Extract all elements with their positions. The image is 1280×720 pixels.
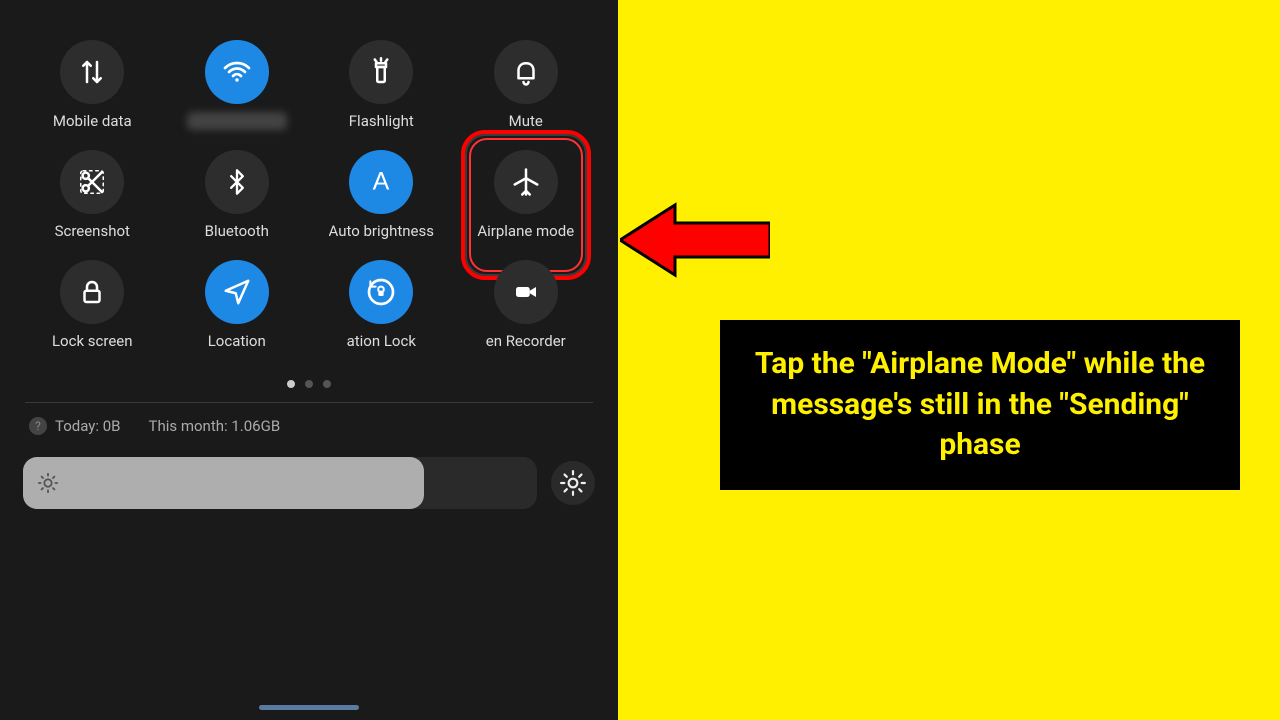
tile-airplane: Airplane mode bbox=[459, 150, 594, 240]
bell-icon bbox=[511, 57, 541, 87]
usage-today: Today: 0B bbox=[55, 417, 121, 435]
tile-screenshot: Screenshot bbox=[25, 150, 160, 240]
tile-location: Location bbox=[170, 260, 305, 350]
arrows-icon bbox=[77, 57, 107, 87]
screenshot-toggle[interactable] bbox=[60, 150, 124, 214]
info-icon: ? bbox=[29, 417, 47, 435]
lock-screen-label: Lock screen bbox=[52, 332, 133, 350]
brightness-slider[interactable] bbox=[23, 457, 537, 509]
bluetooth-toggle[interactable] bbox=[205, 150, 269, 214]
tile-recorder: en Recorder bbox=[459, 260, 594, 350]
brightness-row bbox=[15, 457, 603, 509]
instruction-callout: Tap the "Airplane Mode" while the messag… bbox=[720, 320, 1240, 490]
divider bbox=[25, 402, 593, 403]
nav-icon bbox=[222, 277, 252, 307]
letterA-icon: A bbox=[366, 167, 396, 197]
recorder-toggle[interactable] bbox=[494, 260, 558, 324]
location-label: Location bbox=[208, 332, 266, 350]
brightness-low-icon bbox=[37, 472, 59, 494]
wifi-label bbox=[187, 112, 287, 130]
torch-icon bbox=[366, 57, 396, 87]
nav-handle[interactable] bbox=[259, 705, 359, 710]
mute-label: Mute bbox=[509, 112, 543, 130]
screenshot-label: Screenshot bbox=[55, 222, 130, 240]
plane-icon bbox=[511, 167, 541, 197]
location-toggle[interactable] bbox=[205, 260, 269, 324]
rotation-toggle[interactable] bbox=[349, 260, 413, 324]
tile-mobile-data: Mobile data bbox=[25, 40, 160, 130]
tile-bluetooth: Bluetooth bbox=[170, 150, 305, 240]
auto-bright-label: Auto brightness bbox=[329, 222, 434, 240]
camera-icon bbox=[511, 277, 541, 307]
auto-brightness-toggle-icon[interactable] bbox=[551, 461, 595, 505]
tiles-grid: Mobile data Flashlight Mute Screenshot Bluet… bbox=[15, 30, 603, 360]
tile-wifi bbox=[170, 40, 305, 130]
auto-bright-toggle[interactable]: A bbox=[349, 150, 413, 214]
tile-rotation: ation Lock bbox=[314, 260, 449, 350]
flashlight-label: Flashlight bbox=[349, 112, 414, 130]
bluetooth-icon bbox=[223, 168, 251, 196]
wifi-toggle[interactable] bbox=[205, 40, 269, 104]
tile-lock-screen: Lock screen bbox=[25, 260, 160, 350]
svg-text:A: A bbox=[373, 168, 390, 196]
mute-toggle[interactable] bbox=[494, 40, 558, 104]
page-dot[interactable] bbox=[287, 380, 295, 388]
airplane-toggle[interactable] bbox=[494, 150, 558, 214]
tile-auto-bright: A Auto brightness bbox=[314, 150, 449, 240]
page-indicator[interactable] bbox=[15, 380, 603, 388]
tile-mute: Mute bbox=[459, 40, 594, 130]
mobile-data-toggle[interactable] bbox=[60, 40, 124, 104]
rotlock-icon bbox=[365, 276, 397, 308]
quick-settings-panel: Mobile data Flashlight Mute Screenshot Bluet… bbox=[0, 0, 618, 720]
rotation-label: ation Lock bbox=[347, 332, 416, 350]
recorder-label: en Recorder bbox=[486, 332, 566, 350]
callout-arrow bbox=[620, 195, 770, 285]
instruction-text: Tap the "Airplane Mode" while the messag… bbox=[755, 346, 1205, 462]
wifi-icon bbox=[221, 56, 253, 88]
flashlight-toggle[interactable] bbox=[349, 40, 413, 104]
scissors-icon bbox=[77, 167, 107, 197]
usage-month: This month: 1.06GB bbox=[149, 417, 281, 435]
page-dot[interactable] bbox=[323, 380, 331, 388]
mobile-data-label: Mobile data bbox=[53, 112, 132, 130]
airplane-label: Airplane mode bbox=[477, 222, 574, 240]
page-dot[interactable] bbox=[305, 380, 313, 388]
bluetooth-label: Bluetooth bbox=[205, 222, 269, 240]
lock-icon bbox=[77, 277, 107, 307]
data-usage-row[interactable]: ? Today: 0B This month: 1.06GB bbox=[15, 417, 603, 435]
lock-screen-toggle[interactable] bbox=[60, 260, 124, 324]
tile-flashlight: Flashlight bbox=[314, 40, 449, 130]
